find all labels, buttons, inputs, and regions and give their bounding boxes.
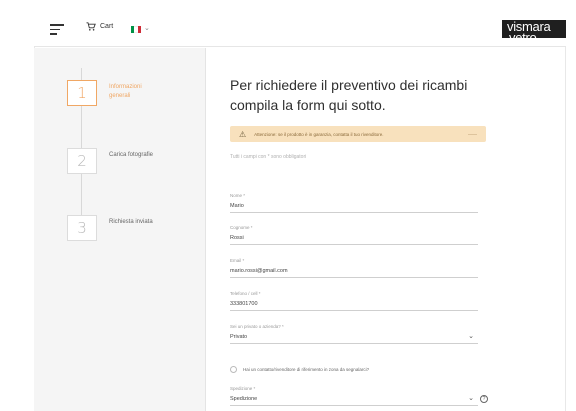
step-2: 2 Carica fotografie (67, 148, 154, 174)
nome-input[interactable]: Mario (230, 203, 478, 213)
step-label: Informazioni generali (109, 84, 142, 99)
step-label: Carica fotografie (109, 152, 154, 158)
tipo-value: Privato (230, 334, 248, 340)
step-3: 3 Richiesta inviata (67, 215, 154, 241)
tipo-select[interactable]: Privato ⌄ (230, 333, 478, 344)
step-label: Richiesta inviata (109, 219, 153, 225)
form-fields: Nome * Mario Cognome * Rossi Email * mar… (230, 0, 488, 411)
email-label: Email * (230, 258, 245, 263)
logo[interactable]: vismara vetro (502, 20, 566, 44)
referral-checkbox[interactable] (230, 366, 237, 373)
spedizione-label: Spedizione * (230, 386, 256, 391)
cart-icon (86, 22, 96, 31)
spedizione-field[interactable]: Spedizione * Spedizione ⌄ (230, 386, 478, 406)
cognome-label: Cognome * (230, 225, 253, 230)
help-icon[interactable]: ? (480, 395, 488, 403)
cart-label: Cart (100, 23, 114, 30)
chevron-down-icon: ⌄ (468, 333, 474, 340)
nome-label: Nome * (230, 193, 246, 198)
cognome-field[interactable]: Cognome * Rossi (230, 225, 478, 245)
step-1: 1 Informazioni generali (67, 80, 154, 106)
chevron-down-icon[interactable]: ⌄ (144, 24, 150, 32)
step-number: 3 (67, 215, 97, 241)
telefono-field[interactable]: Telefono / cell * 333801700 (230, 291, 478, 311)
telefono-label: Telefono / cell * (230, 291, 261, 296)
flag-red-stripe (137, 26, 141, 33)
spedizione-value: Spedizione (230, 396, 258, 402)
referral-checkbox-label: Hai un contatto/rivenditore di riferimen… (243, 367, 370, 372)
tipo-label: Sei un privato o azienda? * (230, 324, 284, 329)
referral-checkbox-row[interactable]: Hai un contatto/rivenditore di riferimen… (230, 366, 369, 373)
language-flag[interactable] (131, 26, 141, 33)
menu-icon[interactable] (50, 24, 64, 35)
tipo-field[interactable]: Sei un privato o azienda? * Privato ⌄ (230, 324, 478, 344)
email-field[interactable]: Email * mario.rossi@gmail.com (230, 258, 478, 278)
nome-field[interactable]: Nome * Mario (230, 193, 478, 213)
cart-button[interactable]: Cart (86, 22, 113, 31)
cognome-input[interactable]: Rossi (230, 235, 478, 245)
telefono-input[interactable]: 333801700 (230, 301, 478, 311)
step-number: 2 (67, 148, 97, 174)
step-number: 1 (67, 80, 97, 106)
logo-line2: vetro (509, 30, 537, 45)
chevron-down-icon: ⌄ (468, 395, 474, 402)
spedizione-select[interactable]: Spedizione ⌄ (230, 395, 478, 406)
email-input[interactable]: mario.rossi@gmail.com (230, 268, 478, 278)
